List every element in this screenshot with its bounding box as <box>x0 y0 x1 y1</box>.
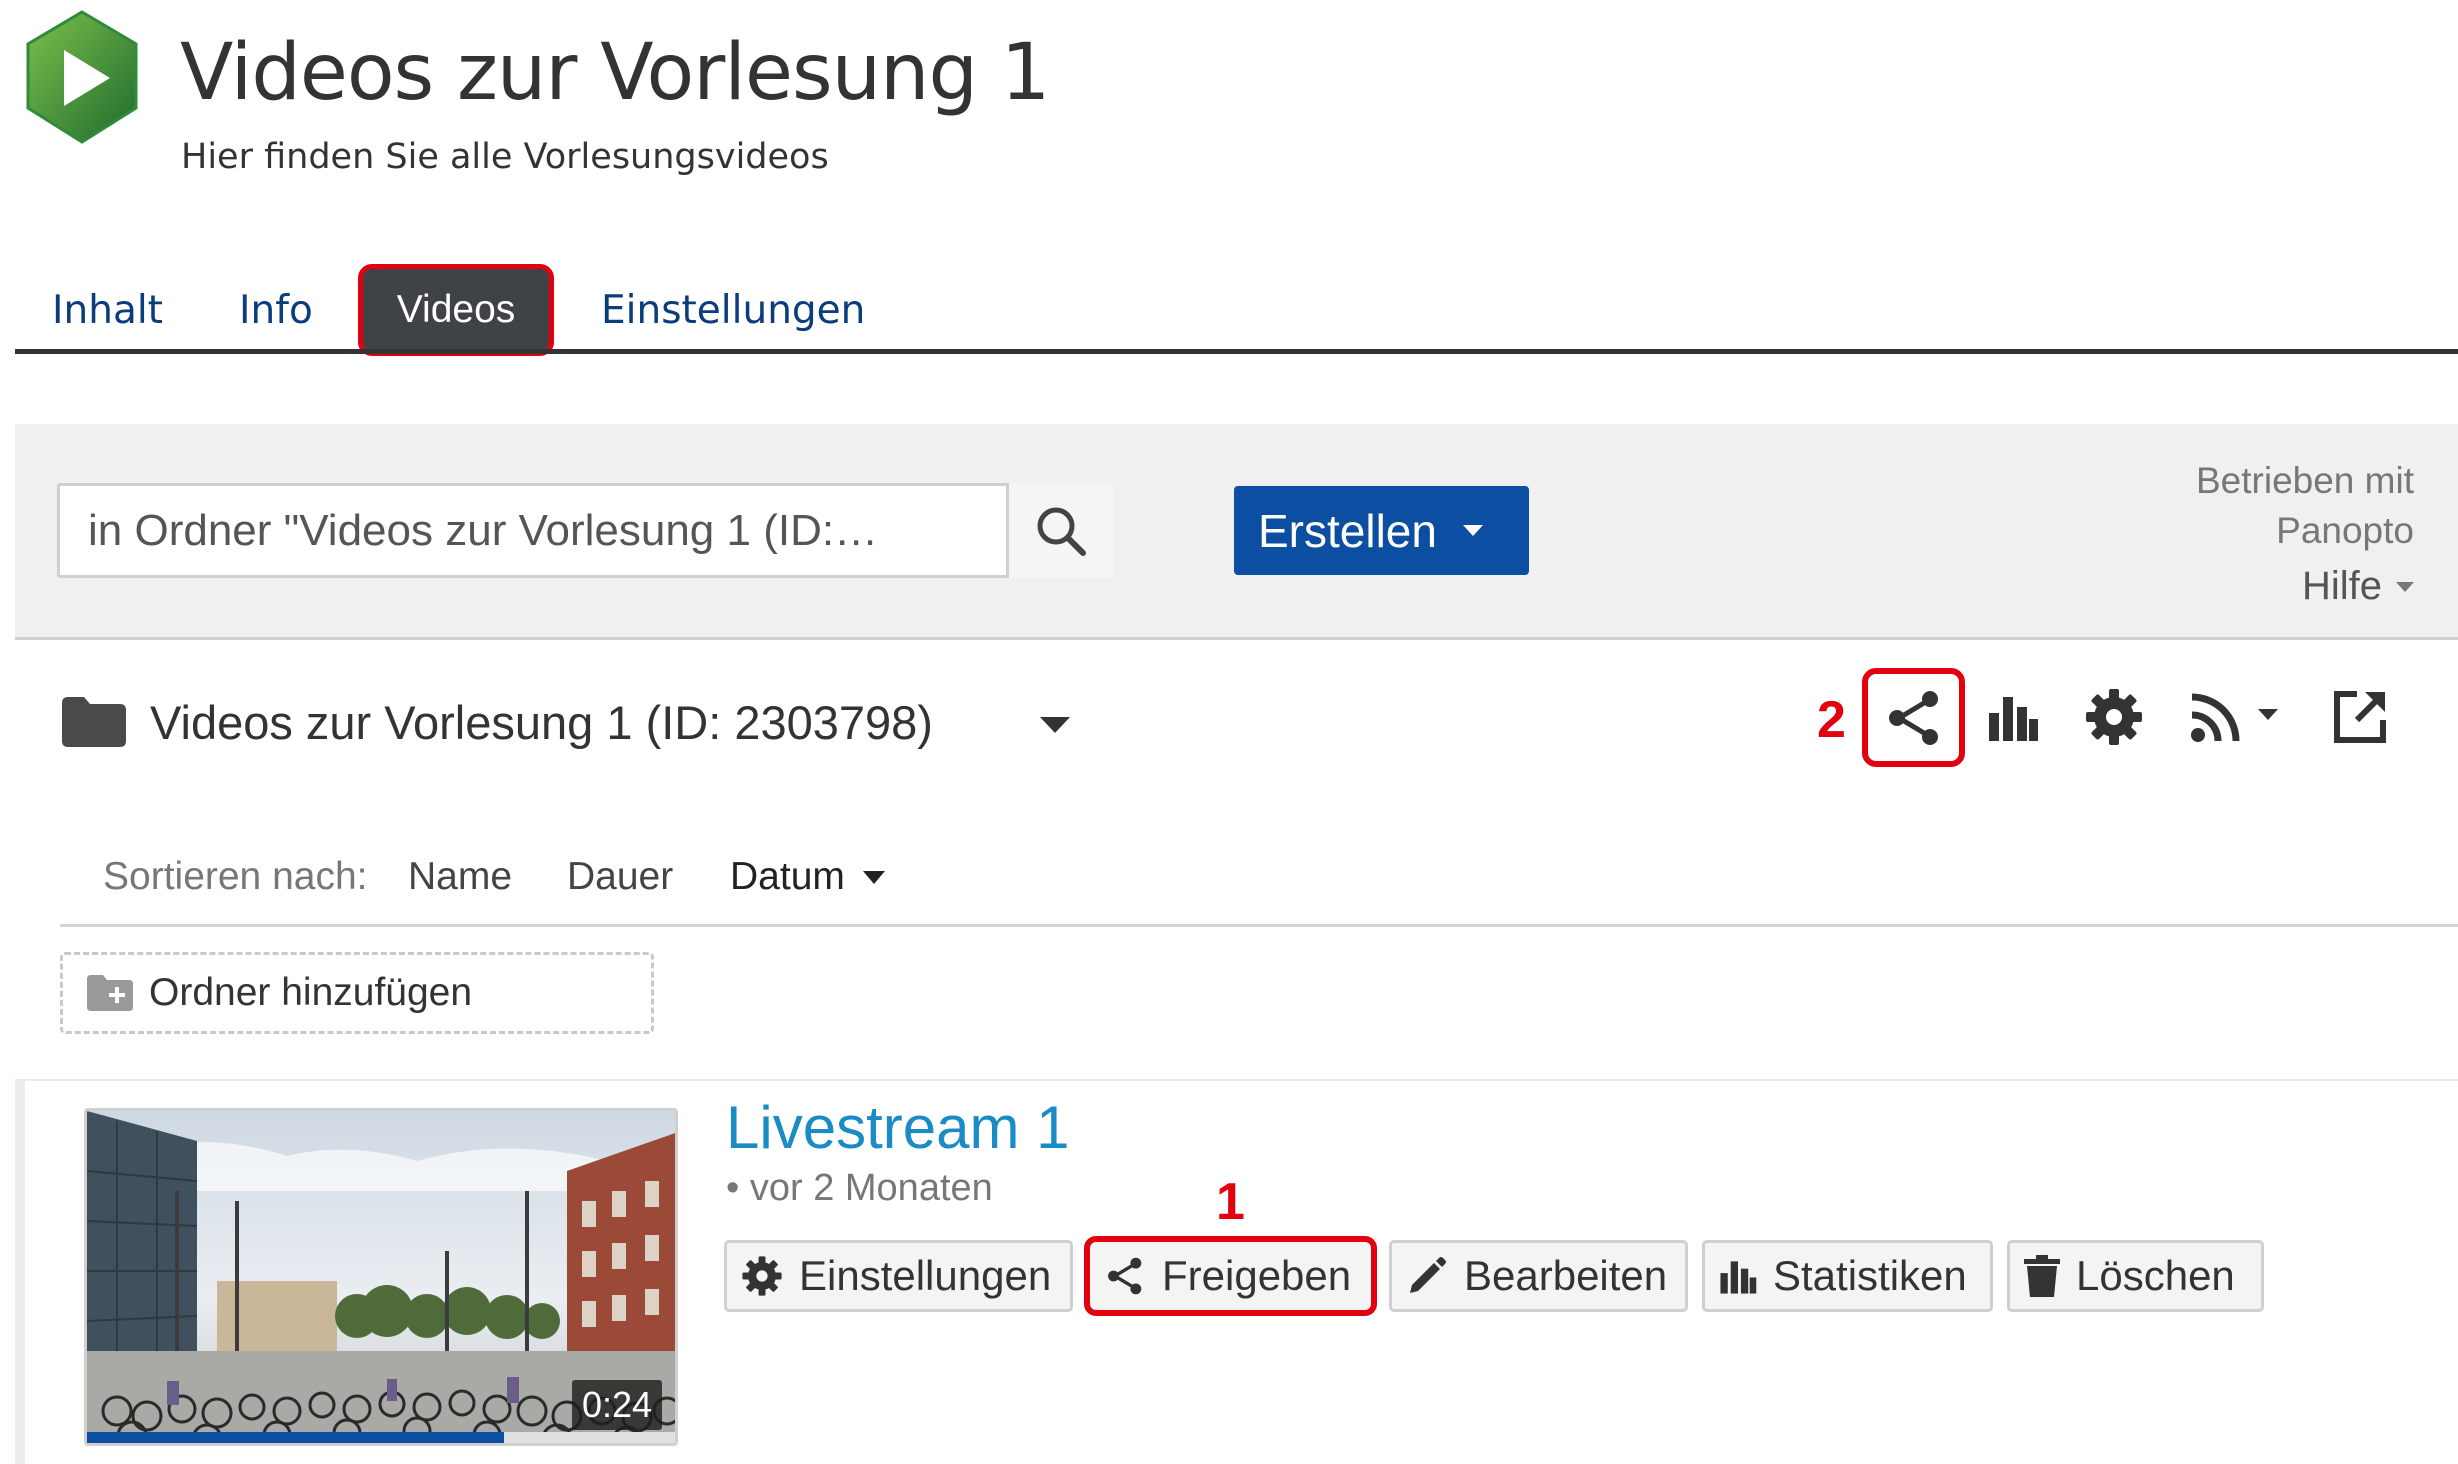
session-delete-button[interactable]: Löschen <box>2007 1240 2264 1312</box>
session-date: • vor 2 Monaten <box>726 1167 993 1209</box>
annotation-marker-2: 2 <box>1817 691 1846 749</box>
session-share-button[interactable]: Freigeben <box>1084 1236 1377 1316</box>
folder-settings-button[interactable] <box>2083 687 2145 747</box>
folder-stats-button[interactable] <box>1985 687 2041 747</box>
create-button[interactable]: Erstellen <box>1234 486 1529 575</box>
chevron-down-icon <box>2396 581 2414 592</box>
folder-share-button[interactable] <box>1862 668 1965 767</box>
session-stats-button[interactable]: Statistiken <box>1702 1240 1993 1312</box>
open-external-icon <box>2334 691 2386 743</box>
session-duration: 0:24 <box>572 1380 663 1430</box>
page-subtitle: Hier finden Sie alle Vorlesungsvideos <box>181 137 829 177</box>
session-settings-button[interactable]: Einstellungen <box>724 1240 1073 1312</box>
help-menu[interactable]: Hilfe <box>2302 564 2414 609</box>
session-progress-fill <box>87 1432 504 1443</box>
search-input[interactable] <box>60 486 1004 575</box>
add-folder-label: Ordner hinzufügen <box>149 971 473 1014</box>
tab-info[interactable]: Info <box>239 288 313 333</box>
pencil-icon <box>1410 1257 1446 1293</box>
annotation-marker-1: 1 <box>1216 1173 1245 1231</box>
folder-rss-button[interactable] <box>2188 687 2283 747</box>
sort-direction-icon <box>862 870 885 884</box>
share-icon <box>1888 690 1938 745</box>
powered-by-brand: Panopto <box>2276 510 2414 551</box>
help-label: Hilfe <box>2301 564 2382 608</box>
sort-name[interactable]: Name <box>408 855 512 899</box>
session-edit-button[interactable]: Bearbeiten <box>1389 1240 1688 1312</box>
page-title: Videos zur Vorlesung 1 <box>180 28 1050 118</box>
search-button[interactable] <box>1006 483 1113 578</box>
stats-icon <box>1989 697 2038 741</box>
panopto-logo-icon <box>26 10 138 144</box>
rss-icon <box>2191 693 2278 742</box>
session-delete-label: Löschen <box>2076 1252 2235 1299</box>
trash-icon <box>2024 1255 2060 1297</box>
session-settings-label: Einstellungen <box>799 1252 1052 1299</box>
stats-icon <box>1720 1261 1757 1294</box>
gear-icon <box>2086 689 2142 745</box>
create-button-label: Erstellen <box>1258 504 1437 557</box>
session-row-rail <box>15 1079 25 1464</box>
session-share-label: Freigeben <box>1162 1252 1352 1299</box>
folder-title: Videos zur Vorlesung 1 (ID: 2303798) <box>150 696 933 749</box>
powered-by-label: Betrieben mit <box>2196 460 2414 501</box>
gear-icon <box>742 1256 782 1296</box>
session-title[interactable]: Livestream 1 <box>726 1093 1069 1162</box>
folder-icon <box>62 697 126 747</box>
sort-label: Sortieren nach: <box>103 855 368 898</box>
folder-open-external-button[interactable] <box>2330 687 2390 747</box>
sort-duration[interactable]: Dauer <box>567 855 673 899</box>
chevron-down-icon <box>1462 525 1483 536</box>
add-folder-icon <box>87 975 133 1011</box>
share-icon <box>1108 1257 1142 1295</box>
tab-videos[interactable]: Videos <box>358 264 554 356</box>
tab-einstellungen[interactable]: Einstellungen <box>601 288 865 333</box>
sort-divider <box>60 924 2458 927</box>
add-folder-button[interactable]: Ordner hinzufügen <box>60 952 654 1034</box>
sort-date-label: Datum <box>730 855 845 898</box>
sort-date[interactable]: Datum <box>730 855 885 899</box>
tab-inhalt[interactable]: Inhalt <box>52 288 163 333</box>
session-stats-label: Statistiken <box>1773 1252 1967 1299</box>
tab-divider <box>15 349 2458 354</box>
session-edit-label: Bearbeiten <box>1464 1252 1668 1299</box>
search-icon <box>1037 507 1086 556</box>
folder-dropdown-icon[interactable] <box>1040 717 1070 733</box>
